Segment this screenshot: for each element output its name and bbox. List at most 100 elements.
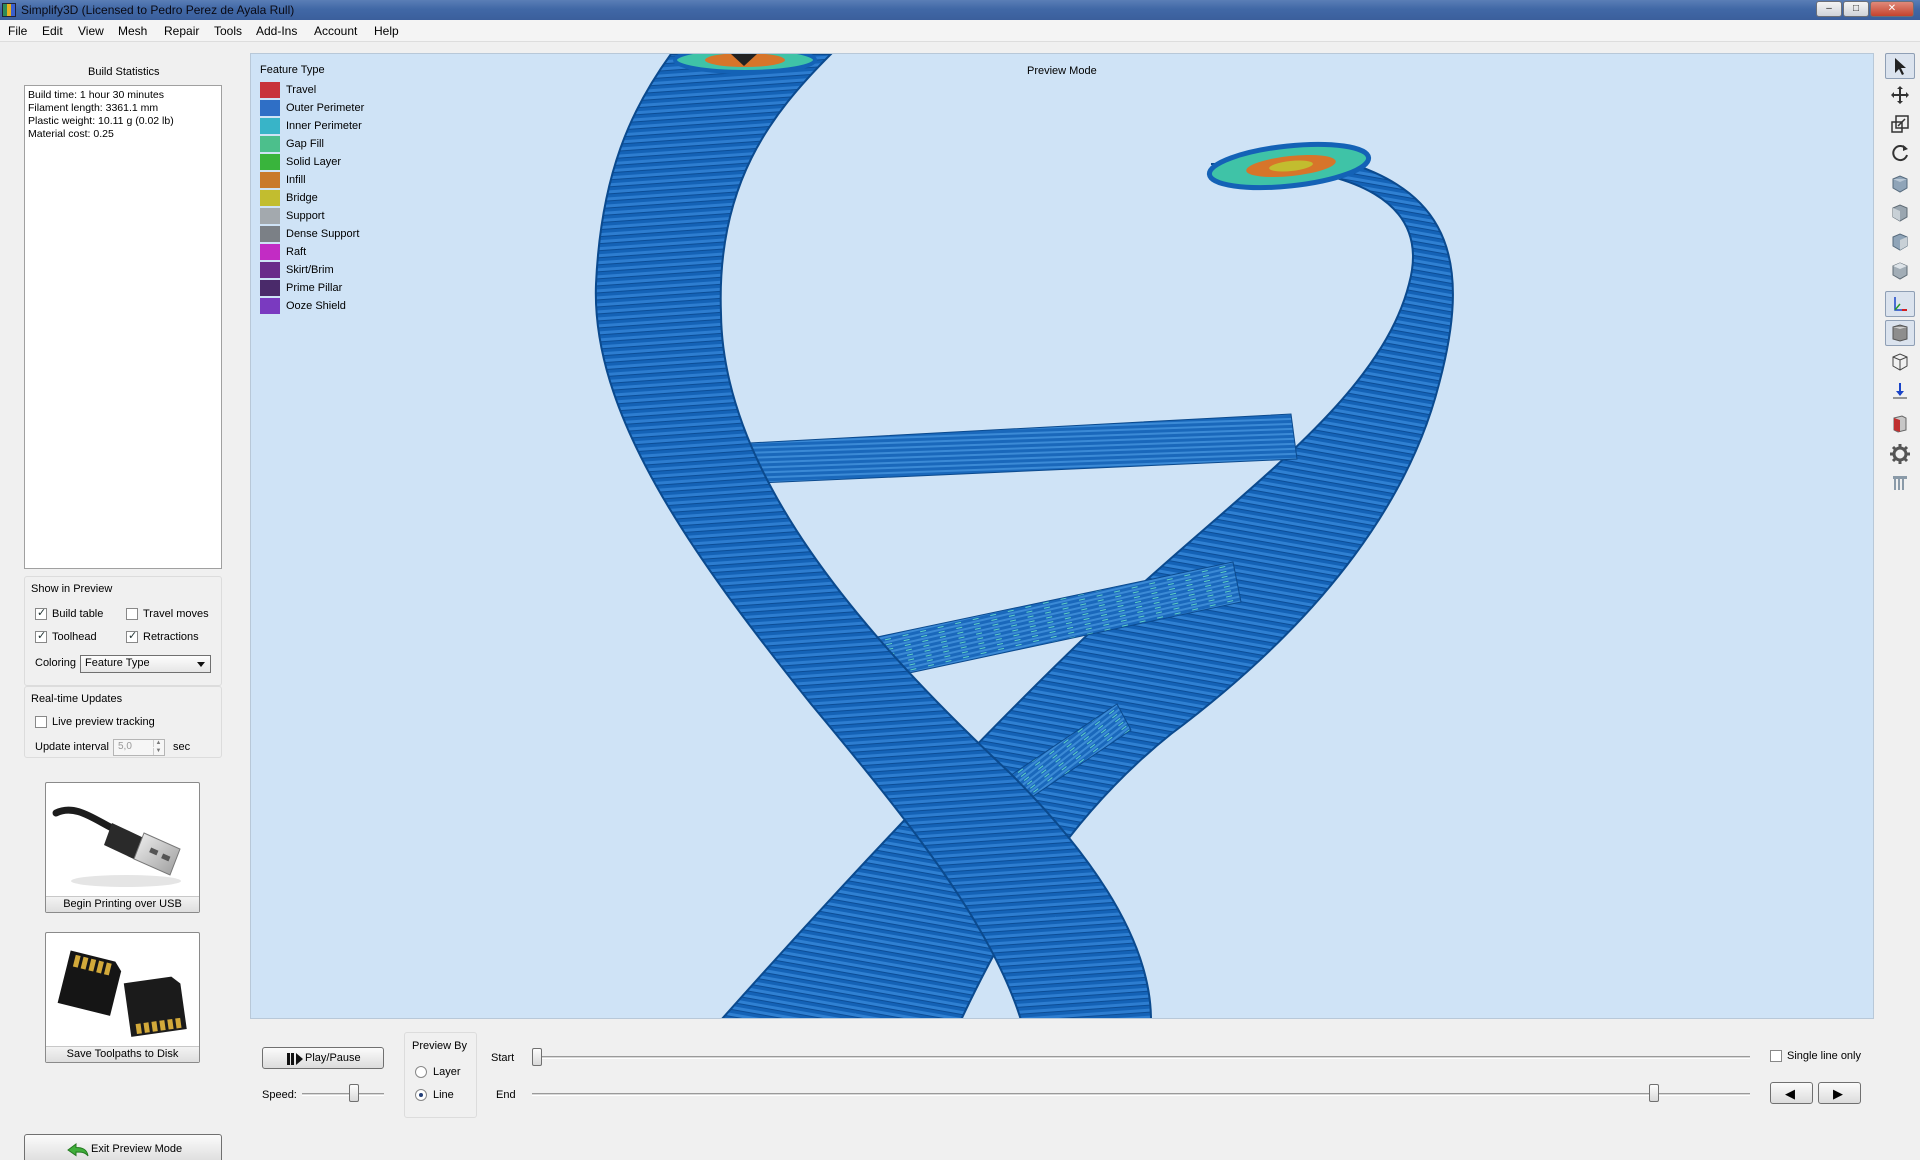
close-button[interactable]: ✕ xyxy=(1870,1,1914,17)
legend-swatch xyxy=(260,226,280,242)
stat-filament-length: Filament length: 3361.1 mm xyxy=(28,102,159,114)
coloring-select[interactable]: Feature Type xyxy=(80,655,211,673)
menu-help[interactable]: Help xyxy=(374,24,399,38)
exit-preview-label: Exit Preview Mode xyxy=(91,1143,183,1155)
legend-swatch xyxy=(260,100,280,116)
menu-file[interactable]: File xyxy=(8,24,27,38)
move-icon[interactable] xyxy=(1885,82,1915,108)
menu-repair[interactable]: Repair xyxy=(164,24,199,38)
retractions-checkbox[interactable] xyxy=(126,629,138,643)
spin-up-icon[interactable]: ▲ xyxy=(153,740,163,747)
speed-label: Speed: xyxy=(262,1089,297,1101)
build-table-checkbox[interactable] xyxy=(35,606,47,620)
single-line-only-checkbox[interactable] xyxy=(1770,1050,1782,1062)
rotate-icon[interactable] xyxy=(1885,140,1915,166)
legend-swatch xyxy=(260,262,280,278)
speed-slider-track[interactable] xyxy=(302,1093,384,1096)
window-title: Simplify3D (Licensed to Pedro Perez de A… xyxy=(21,3,295,17)
legend-swatch xyxy=(260,172,280,188)
end-label: End xyxy=(496,1089,516,1101)
axes-icon[interactable] xyxy=(1885,291,1915,317)
realtime-updates-group: Real-time Updates Live preview tracking … xyxy=(24,686,222,758)
build-table-label: Build table xyxy=(52,608,104,620)
menu-account[interactable]: Account xyxy=(314,24,357,38)
chevron-down-icon xyxy=(197,662,205,667)
build-statistics-box: Build time: 1 hour 30 minutes Filament l… xyxy=(24,85,222,569)
scale-icon[interactable] xyxy=(1885,111,1915,137)
toolpath-preview xyxy=(594,54,1454,1018)
begin-printing-usb-button[interactable]: Begin Printing over USB xyxy=(45,782,200,913)
exit-preview-button[interactable]: Exit Preview Mode xyxy=(24,1134,222,1160)
menu-add-ins[interactable]: Add-Ins xyxy=(256,24,297,38)
update-interval-label: Update interval xyxy=(35,741,109,753)
start-label: Start xyxy=(491,1052,515,1064)
legend-swatch xyxy=(260,298,280,314)
speed-slider-thumb[interactable] xyxy=(349,1084,359,1102)
realtime-updates-title: Real-time Updates xyxy=(31,693,123,705)
travel-moves-label: Travel moves xyxy=(143,608,209,620)
legend-label: Inner Perimeter xyxy=(286,120,362,132)
update-interval-unit: sec xyxy=(173,741,191,753)
preview-by-line-radio[interactable] xyxy=(415,1089,427,1101)
preview-viewport[interactable]: Feature Type Travel Outer Perimeter Inne… xyxy=(250,53,1874,1019)
save-toolpaths-button[interactable]: Save Toolpaths to Disk xyxy=(45,932,200,1063)
legend-swatch xyxy=(260,190,280,206)
menu-edit[interactable]: Edit xyxy=(42,24,63,38)
legend-label: Bridge xyxy=(286,192,318,204)
live-preview-checkbox[interactable] xyxy=(35,716,47,728)
sd-card-icon xyxy=(57,950,187,1037)
single-line-only-label: Single line only xyxy=(1787,1050,1861,1062)
view-cube-top-icon[interactable] xyxy=(1885,258,1915,284)
legend-swatch xyxy=(260,280,280,296)
previous-icon: ◀ xyxy=(1785,1086,1795,1101)
menu-tools[interactable]: Tools xyxy=(214,24,242,38)
play-pause-button[interactable]: Play/Pause xyxy=(262,1047,384,1069)
legend-label: Solid Layer xyxy=(286,156,342,168)
end-slider-thumb[interactable] xyxy=(1649,1084,1659,1102)
next-step-button[interactable]: ▶ xyxy=(1818,1082,1861,1104)
legend-label: Prime Pillar xyxy=(286,282,343,294)
start-slider-thumb[interactable] xyxy=(532,1048,542,1066)
update-interval-input[interactable]: 5,0 ▲ ▼ xyxy=(113,739,165,756)
spin-down-icon[interactable]: ▼ xyxy=(153,748,163,755)
select-icon[interactable] xyxy=(1885,53,1915,79)
toolhead-label: Toolhead xyxy=(52,631,97,643)
toolhead-checkbox[interactable] xyxy=(35,629,47,643)
toolhead-view-icon[interactable] xyxy=(1885,378,1915,404)
show-in-preview-group: Show in Preview Build table Travel moves… xyxy=(24,576,222,686)
settings-gear-icon[interactable] xyxy=(1885,441,1915,467)
legend-title: Feature Type xyxy=(260,64,325,76)
maximize-button[interactable]: □ xyxy=(1843,1,1869,17)
title-bar: Simplify3D (Licensed to Pedro Perez de A… xyxy=(0,0,1920,20)
usb-button-label: Begin Printing over USB xyxy=(46,896,199,912)
legend-swatch xyxy=(260,136,280,152)
view-cube-icon[interactable] xyxy=(1885,171,1915,197)
stat-material-cost: Material cost: 0.25 xyxy=(28,128,114,140)
previous-step-button[interactable]: ◀ xyxy=(1770,1082,1813,1104)
view-cube-side-icon[interactable] xyxy=(1885,229,1915,255)
preview-by-layer-radio[interactable] xyxy=(415,1066,427,1078)
travel-moves-checkbox[interactable] xyxy=(126,608,138,620)
build-statistics-title: Build Statistics xyxy=(88,66,160,78)
menu-mesh[interactable]: Mesh xyxy=(118,24,147,38)
support-icon[interactable] xyxy=(1885,469,1915,495)
minimize-button[interactable]: – xyxy=(1816,1,1842,17)
preview-by-layer-label: Layer xyxy=(433,1066,461,1078)
preview-by-line-label: Line xyxy=(433,1089,454,1101)
solid-view-icon[interactable] xyxy=(1885,320,1915,346)
end-slider-track[interactable] xyxy=(532,1093,1750,1096)
wireframe-icon[interactable] xyxy=(1885,349,1915,375)
update-interval-value: 5,0 xyxy=(118,741,132,752)
show-in-preview-title: Show in Preview xyxy=(31,583,113,595)
view-cube-front-icon[interactable] xyxy=(1885,200,1915,226)
legend-swatch xyxy=(260,118,280,134)
section-icon[interactable] xyxy=(1885,411,1915,437)
start-slider-track[interactable] xyxy=(532,1056,1750,1059)
live-preview-label: Live preview tracking xyxy=(52,716,155,728)
legend-label: Support xyxy=(286,210,325,222)
menu-view[interactable]: View xyxy=(78,24,104,38)
legend-swatch xyxy=(260,208,280,224)
preview-by-group: Preview By Layer Line xyxy=(404,1032,477,1118)
legend-label: Skirt/Brim xyxy=(286,264,334,276)
view-toolbar xyxy=(1882,53,1916,533)
